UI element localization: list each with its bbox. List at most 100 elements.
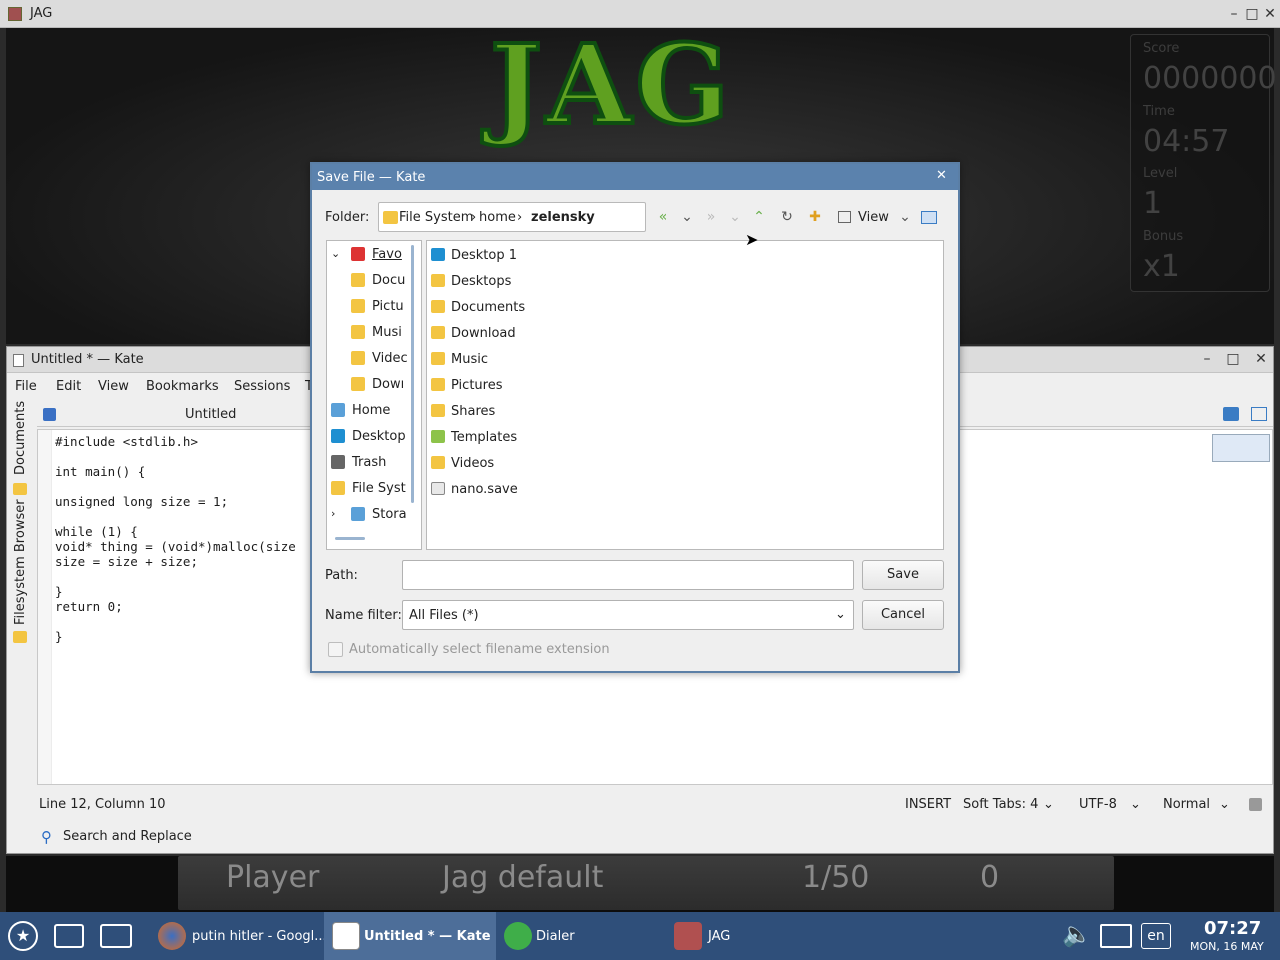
chevron-down-icon[interactable]: ⌄: [896, 208, 914, 226]
task-jag[interactable]: JAG: [670, 912, 830, 960]
crumb-zelensky[interactable]: zelensky: [531, 210, 595, 225]
chevron-down-icon[interactable]: ⌄: [726, 208, 744, 226]
close-icon[interactable]: ✕: [1260, 4, 1280, 24]
chevron-down-icon[interactable]: ⌄: [1043, 797, 1054, 812]
place-item[interactable]: Videc: [327, 346, 421, 372]
file-list[interactable]: Desktop 1 Desktops Documents Download Music P…: [426, 240, 944, 550]
file-item[interactable]: Pictures: [429, 372, 729, 398]
places-h-scrollbar[interactable]: [335, 537, 365, 540]
search-replace-tab[interactable]: Search and Replace: [63, 829, 192, 844]
menu-view[interactable]: View: [98, 379, 129, 394]
cancel-button[interactable]: Cancel: [862, 600, 944, 630]
clock-time[interactable]: 07:27: [1204, 918, 1261, 939]
network-icon[interactable]: [1100, 924, 1132, 948]
file-item[interactable]: Shares: [429, 398, 729, 424]
file-item[interactable]: Videos: [429, 450, 729, 476]
chevron-down-icon[interactable]: ⌄: [678, 208, 696, 226]
maximize-icon[interactable]: □: [1242, 4, 1262, 24]
place-item[interactable]: Pictu: [327, 294, 421, 320]
quick-open-icon[interactable]: [1223, 407, 1239, 421]
name-filter-select[interactable]: All Files (*) ⌄: [402, 600, 854, 630]
menu-edit[interactable]: Edit: [56, 379, 81, 394]
jag-app-icon: [8, 7, 22, 21]
crumb-file-system[interactable]: File System: [399, 210, 473, 225]
place-item-label: Dowı: [372, 377, 405, 392]
file-item-label: Documents: [451, 300, 526, 315]
place-item[interactable]: File Syst: [327, 476, 421, 502]
close-icon[interactable]: ✕: [936, 168, 947, 183]
task-firefox[interactable]: putin hitler - Googl...: [146, 912, 327, 960]
folder-breadcrumb[interactable]: File System › home › zelensky: [378, 202, 646, 232]
chevron-down-icon[interactable]: ⌄: [1130, 797, 1141, 812]
preview-icon[interactable]: [921, 211, 937, 224]
menu-file[interactable]: File: [15, 379, 37, 394]
place-item-label: Stora: [372, 507, 407, 522]
split-view-icon[interactable]: [1251, 407, 1267, 421]
minimize-icon[interactable]: –: [1224, 4, 1244, 24]
place-item[interactable]: ⌄ Favo: [327, 242, 421, 268]
place-item[interactable]: Desktop: [327, 424, 421, 450]
view-button[interactable]: View: [858, 210, 889, 225]
clock-date[interactable]: MON, 16 MAY: [1190, 940, 1264, 953]
menu-sessions[interactable]: Sessions: [234, 379, 290, 394]
path-input[interactable]: [402, 560, 854, 590]
save-icon[interactable]: [1249, 798, 1262, 811]
file-item[interactable]: Templates: [429, 424, 729, 450]
file-item[interactable]: Documents: [429, 294, 729, 320]
edit-mode[interactable]: INSERT: [905, 797, 951, 812]
close-icon[interactable]: ✕: [1251, 349, 1271, 369]
shared-folder-icon: [431, 404, 445, 417]
place-item[interactable]: Dowı: [327, 372, 421, 398]
place-item[interactable]: Trash: [327, 450, 421, 476]
language-indicator[interactable]: en: [1141, 923, 1171, 949]
volume-icon[interactable]: 🔈: [1062, 920, 1092, 948]
game-info-bar: Player Jag default 1/50 0: [178, 856, 1114, 910]
jag-icon: [674, 922, 702, 950]
minimize-icon[interactable]: –: [1197, 349, 1217, 369]
place-item-label: Desktop: [352, 429, 406, 444]
chevron-down-icon[interactable]: ⌄: [331, 247, 340, 260]
file-item[interactable]: nano.save: [429, 476, 729, 502]
cursor-position[interactable]: Line 12, Column 10: [39, 797, 166, 812]
save-button[interactable]: Save: [862, 560, 944, 590]
file-item[interactable]: Desktops: [429, 268, 729, 294]
document-tab[interactable]: Untitled: [185, 407, 236, 422]
chevron-right-icon[interactable]: ›: [331, 507, 335, 520]
auto-extension-checkbox[interactable]: [328, 642, 343, 657]
indent-setting[interactable]: Soft Tabs: 4: [963, 797, 1038, 812]
view-icon[interactable]: [838, 211, 851, 223]
place-item[interactable]: › Stora: [327, 502, 421, 528]
place-item-label: Videc: [372, 351, 408, 366]
documents-tab[interactable]: Documents: [13, 401, 28, 475]
menu-bookmarks[interactable]: Bookmarks: [146, 379, 219, 394]
encoding-setting[interactable]: UTF-8: [1079, 797, 1117, 812]
app-launcher-icon[interactable]: ★: [8, 921, 38, 951]
task-kate[interactable]: Untitled * — Kate: [324, 912, 496, 960]
file-item[interactable]: Download: [429, 320, 729, 346]
new-folder-icon[interactable]: ✚: [806, 208, 824, 226]
chevron-down-icon[interactable]: ⌄: [1219, 797, 1230, 812]
trash-icon: [331, 455, 345, 469]
places-panel[interactable]: ⌄ Favo Docu Pictu Musi Videc Dowı Home Desktop Tr…: [326, 240, 422, 550]
parent-folder-icon[interactable]: ⌃: [750, 208, 768, 226]
crumb-home[interactable]: home: [479, 210, 516, 225]
reload-icon[interactable]: ↻: [778, 208, 796, 226]
maximize-icon[interactable]: □: [1223, 349, 1243, 369]
document-folder-icon: [351, 273, 365, 287]
filesystem-browser-tab[interactable]: Filesystem Browser: [13, 499, 28, 625]
file-item[interactable]: Desktop 1: [429, 242, 729, 268]
forward-icon[interactable]: »: [702, 208, 720, 226]
file-manager-icon[interactable]: [100, 924, 132, 948]
places-scrollbar[interactable]: [411, 245, 414, 503]
place-item[interactable]: Docu: [327, 268, 421, 294]
player-name: Player: [226, 860, 320, 895]
place-item[interactable]: Home: [327, 398, 421, 424]
minimap[interactable]: [1212, 434, 1270, 462]
place-item[interactable]: Musi: [327, 320, 421, 346]
file-item[interactable]: Music: [429, 346, 729, 372]
dialog-titlebar: Save File — Kate ✕: [312, 164, 958, 190]
show-desktop-icon[interactable]: [54, 924, 84, 948]
task-dialer[interactable]: Dialer: [500, 912, 666, 960]
back-icon[interactable]: «: [654, 208, 672, 226]
input-mode-setting[interactable]: Normal: [1163, 797, 1210, 812]
